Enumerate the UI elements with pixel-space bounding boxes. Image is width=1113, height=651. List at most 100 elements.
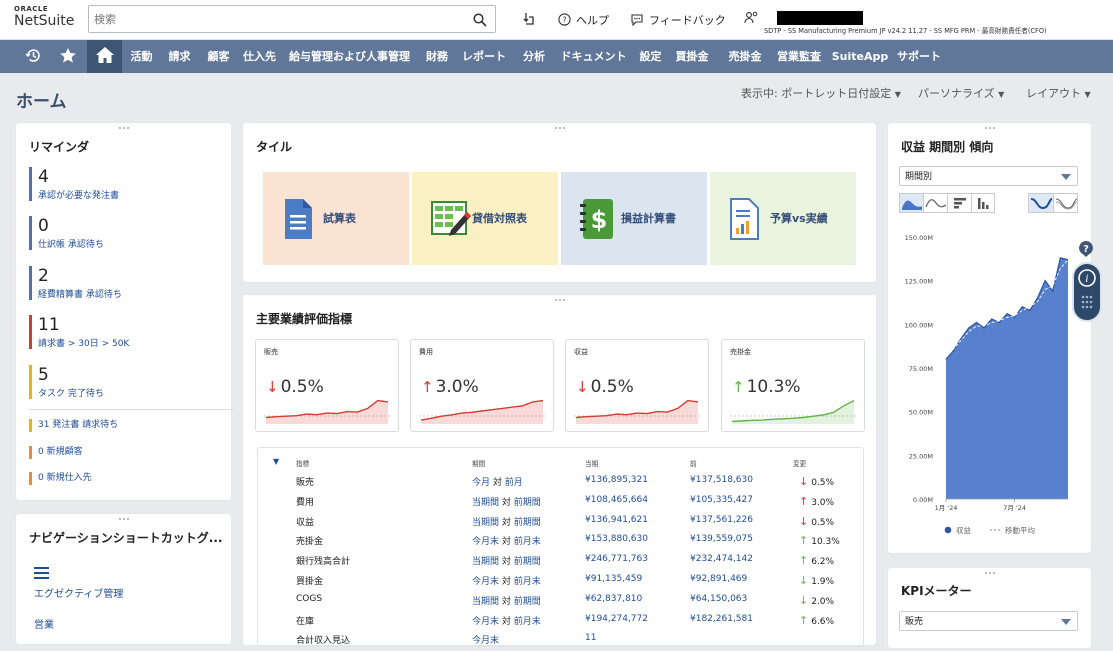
previous-value-link[interactable]: ¥137,561,226 [690,515,753,525]
previous-value-link[interactable]: ¥137,518,630 [690,475,753,485]
period-compare-link[interactable]: 前月 [505,478,523,488]
reminder-count: 11 [38,315,60,335]
search-icon[interactable] [473,12,487,31]
nav-item[interactable]: 請求 [162,40,197,73]
help-link[interactable]: ? ヘルプ [558,12,609,28]
reminder-item[interactable]: 11 請求書 > 30日 > 50K [29,315,129,349]
drag-handle[interactable] [553,126,566,130]
nav-item[interactable]: SuiteApp [831,40,889,73]
nav-item[interactable]: 活動 [124,40,159,73]
nav-item[interactable]: レポート [458,40,510,73]
period-compare-link[interactable]: 前月末 [514,617,541,627]
period-compare-link[interactable]: 前月末 [514,577,541,587]
collapse-toggle-icon[interactable]: ▼ [273,457,279,466]
drag-handle[interactable] [117,517,130,521]
kpi-card[interactable]: 収益 ↓ 0.5% [565,339,709,432]
kpi-meter-select[interactable]: 販売 [899,611,1078,631]
period-select[interactable]: 期間別 [899,166,1078,186]
nav-item[interactable]: 顧客 [201,40,236,73]
horizontal-bar-icon[interactable] [948,194,972,212]
previous-value-link[interactable]: ¥139,559,075 [690,534,753,544]
reminder-small-item[interactable]: 0 新規顧客 [29,446,83,459]
reminder-small-item[interactable]: 0 新規仕入先 [29,472,92,485]
drag-handle[interactable] [983,126,996,130]
line-chart-icon[interactable] [924,194,948,212]
period-current-link[interactable]: 今月末 [472,537,499,547]
drag-handle[interactable] [983,571,996,575]
kpi-card[interactable]: 費用 ↑ 3.0% [410,339,554,432]
current-value-link[interactable]: ¥136,895,321 [585,475,648,485]
nav-item[interactable]: 給与管理および人事管理 [283,40,416,73]
current-value-link[interactable]: ¥153,880,630 [585,534,648,544]
reminder-item[interactable]: 4 承認が必要な発注書 [29,167,119,201]
shortcut-link[interactable]: 営業 [34,616,54,631]
drag-handle[interactable] [553,298,566,302]
current-value-link[interactable]: 11 [585,633,596,643]
netsuite-logo[interactable]: ORACLE NetSuite [14,6,78,34]
reminder-small-item[interactable]: 31 発注書 請求待ち [29,419,118,432]
period-compare-link[interactable]: 前期間 [514,557,541,567]
nav-item[interactable]: 財務 [419,40,455,73]
reminder-item[interactable]: 0 仕訳帳 承認待ち [29,216,104,250]
period-current-link[interactable]: 当期間 [472,557,499,567]
dual-curve-icon[interactable] [1054,194,1079,212]
nav-item[interactable]: 買掛金 [670,40,714,73]
period-current-link[interactable]: 今月末 [472,577,499,587]
nav-item[interactable]: 売掛金 [723,40,767,73]
tile-income-statement[interactable]: $ 損益計算書 [561,172,707,265]
recent-icon[interactable] [18,40,48,73]
current-value-link[interactable]: ¥62,837,810 [585,594,642,604]
previous-value-link[interactable]: ¥64,150,063 [690,594,747,604]
area-chart-icon[interactable] [900,194,924,212]
period-current-link[interactable]: 今月末 [472,617,499,627]
tile-budget-vs-actual[interactable]: 予算vs実績 [710,172,856,265]
previous-value-link[interactable]: ¥105,335,427 [690,495,753,505]
nav-item[interactable]: ドキュメント [557,40,630,73]
nav-item[interactable]: サポート [895,40,943,73]
current-value-link[interactable]: ¥246,771,763 [585,554,648,564]
home-icon[interactable] [87,40,122,73]
current-value-link[interactable]: ¥108,465,664 [585,495,648,505]
previous-value-link[interactable]: ¥232,474,142 [690,554,753,564]
feedback-link[interactable]: フィードバック [630,12,726,28]
column-chart-icon[interactable] [972,194,996,212]
tile-balance-sheet[interactable]: 貸借対照表 [412,172,558,265]
period-compare-link[interactable]: 前期間 [514,498,541,508]
period-current-link[interactable]: 当期間 [472,518,499,528]
nav-item[interactable]: 設定 [635,40,666,73]
nav-item[interactable]: 分析 [515,40,553,73]
reminder-item[interactable]: 2 経費精算書 承認待ち [29,266,122,300]
recent-records-icon[interactable] [520,11,536,30]
menu-icon[interactable] [34,564,49,583]
period-compare-link[interactable]: 前期間 [514,518,541,528]
previous-value-link[interactable]: ¥182,261,581 [690,614,753,624]
y-tick-label: 0.00M [913,496,933,504]
kpi-card[interactable]: 販売 ↓ 0.5% [255,339,399,432]
shortcut-link[interactable]: エグゼクティブ管理 [34,585,123,600]
smooth-curve-icon[interactable] [1029,194,1054,212]
personalize-dropdown[interactable]: パーソナライズ ▼ [918,85,1004,101]
help-icon[interactable]: ? [1077,240,1095,258]
drag-handle[interactable] [117,126,130,130]
current-value-link[interactable]: ¥194,274,772 [585,614,648,624]
reminder-item[interactable]: 5 タスク 完了待ち [29,365,104,399]
layout-dropdown[interactable]: レイアウト ▼ [1026,85,1091,101]
nav-item[interactable]: 営業監査 [771,40,827,73]
previous-value-link[interactable]: ¥92,891,469 [690,574,747,584]
period-compare-link[interactable]: 前月末 [514,537,541,547]
nav-item[interactable]: 仕入先 [239,40,280,73]
period-current-link[interactable]: 今月末 [472,636,499,646]
kpi-card[interactable]: 売掛金 ↑ 10.3% [721,339,865,432]
period-current-link[interactable]: 今月 [472,478,490,488]
period-current-link[interactable]: 当期間 [472,597,499,607]
role-switcher[interactable]: SDTP - SS Manufacturing Premium JP v24.2… [744,10,1047,35]
tile-trial-balance[interactable]: 試算表 [263,172,409,265]
period-compare-link[interactable]: 前期間 [514,597,541,607]
current-value-link[interactable]: ¥91,135,459 [585,574,642,584]
favorites-star-icon[interactable] [52,40,84,73]
period-current-link[interactable]: 当期間 [472,498,499,508]
search-input[interactable] [89,6,459,32]
assistant-panel-toggle[interactable]: i [1072,262,1102,322]
current-value-link[interactable]: ¥136,941,621 [585,515,648,525]
portlet-date-settings-dropdown[interactable]: 表示中: ポートレット日付設定 ▼ [741,85,901,101]
